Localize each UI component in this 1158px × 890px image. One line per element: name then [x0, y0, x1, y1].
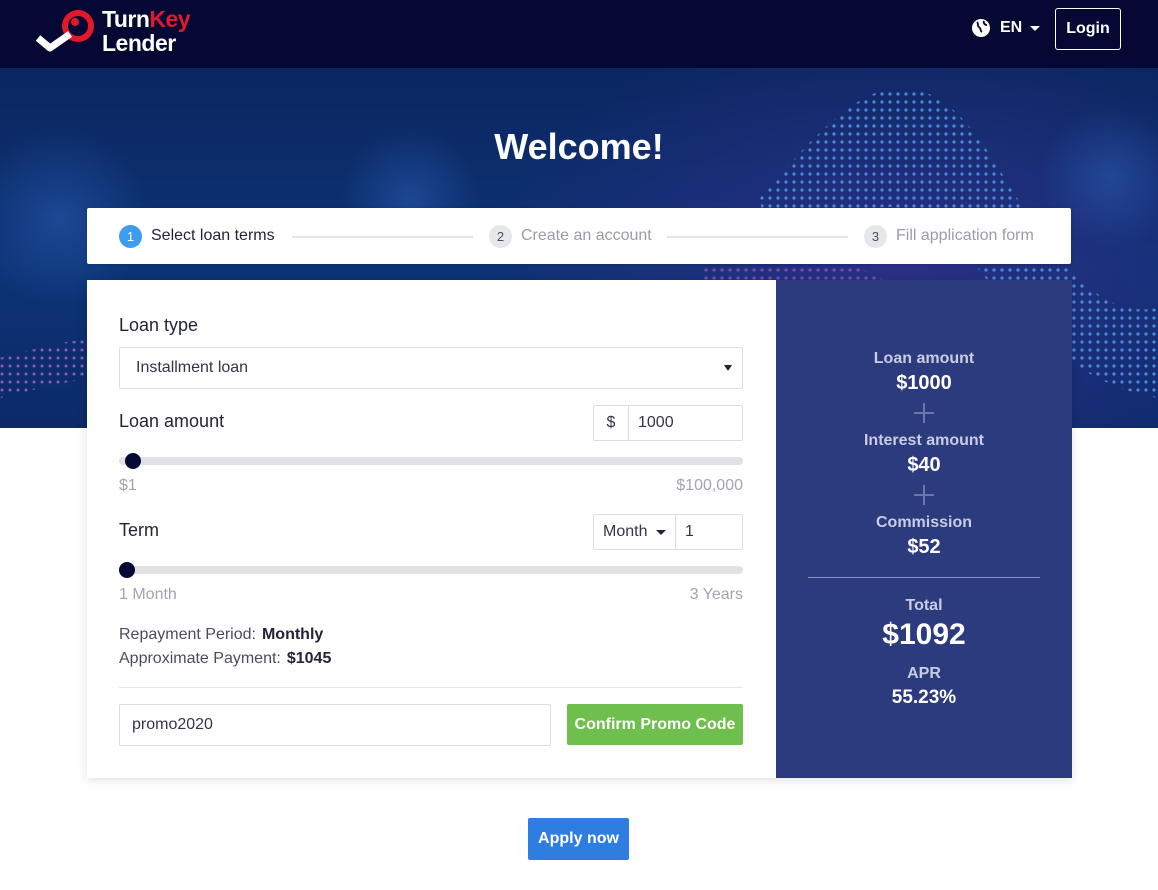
repayment-period-value: Monthly	[261, 626, 324, 643]
loan-amount-slider-handle[interactable]	[125, 453, 142, 469]
dropdown-arrow-icon	[724, 365, 732, 371]
summary-total-label: Total	[905, 597, 943, 614]
summary-interest-label: Interest amount	[863, 432, 984, 449]
loan-amount-input-group: $ 1000	[593, 405, 743, 441]
turnkey-lender-logo[interactable]: TurnKey Lender	[36, 4, 191, 60]
summary-apr-value: 55.23%	[891, 687, 957, 708]
term-unit-value: Month	[603, 523, 648, 540]
term-slider[interactable]	[119, 562, 743, 578]
term-label: Term	[119, 520, 159, 540]
step-connector	[667, 236, 848, 238]
step-number: 2	[489, 224, 512, 248]
term-input-group: Month 1	[593, 514, 743, 550]
term-slider-handle[interactable]	[119, 562, 135, 578]
loan-amount-input[interactable]: 1000	[629, 406, 742, 440]
language-label: EN	[1000, 19, 1023, 36]
progress-steps: 1 Select loan terms 2 Create an account …	[87, 208, 1071, 264]
summary-divider	[808, 577, 1040, 578]
loan-type-select[interactable]: Installment loan	[119, 347, 743, 389]
chevron-down-icon	[656, 529, 667, 535]
apply-now-button[interactable]: Apply now	[528, 818, 629, 860]
plus-icon	[914, 485, 934, 505]
step-create-account[interactable]: 2 Create an account	[489, 224, 652, 248]
confirm-promo-code-button[interactable]: Confirm Promo Code	[567, 704, 743, 745]
approximate-payment-value: $1045	[286, 650, 332, 667]
approximate-payment-label: Approximate Payment:	[119, 650, 281, 667]
promo-code-input[interactable]	[119, 704, 551, 746]
form-divider	[119, 687, 743, 688]
loan-summary-panel: Loan amount $1000 Interest amount $40 Co…	[776, 280, 1072, 778]
summary-commission-value: $52	[907, 536, 941, 558]
loan-amount-label: Loan amount	[119, 411, 225, 431]
amount-max-label: $100,000	[676, 477, 743, 494]
login-button[interactable]: Login	[1055, 8, 1121, 50]
loan-type-label: Loan type	[119, 315, 199, 335]
step-label: Create an account	[521, 227, 652, 244]
term-unit-select[interactable]: Month	[594, 515, 676, 549]
loan-type-value: Installment loan	[136, 359, 249, 376]
step-fill-application-form[interactable]: 3 Fill application form	[864, 224, 1034, 248]
summary-interest-value: $40	[907, 454, 941, 476]
summary-loan-amount-value: $1000	[896, 372, 952, 394]
step-number: 1	[119, 224, 142, 248]
currency-prefix: $	[594, 406, 629, 440]
term-min-label: 1 Month	[119, 586, 177, 603]
amount-min-label: $1	[119, 477, 137, 494]
term-max-label: 3 Years	[689, 586, 743, 603]
repayment-period: Repayment Period: Monthly	[119, 626, 323, 644]
chevron-down-icon	[1030, 25, 1041, 31]
globe-icon	[972, 19, 990, 37]
summary-apr-label: APR	[907, 665, 941, 682]
step-connector	[292, 236, 473, 238]
page-title: Welcome!	[494, 126, 664, 167]
step-label: Select loan terms	[151, 227, 275, 244]
logo-key-icon	[36, 10, 94, 52]
language-selector[interactable]: EN	[971, 16, 1041, 40]
summary-commission-label: Commission	[875, 514, 972, 531]
step-label: Fill application form	[896, 227, 1034, 244]
summary-loan-amount-label: Loan amount	[873, 350, 975, 367]
loan-calculator-card: Loan type Installment loan Loan amount $…	[87, 280, 1072, 778]
top-navbar: TurnKey Lender EN Login	[0, 0, 1158, 68]
loan-amount-slider[interactable]	[119, 453, 743, 469]
logo-text: TurnKey Lender	[102, 6, 191, 56]
loan-terms-form: Loan type Installment loan Loan amount $…	[87, 280, 776, 778]
summary-total-value: $1092	[882, 618, 966, 651]
repayment-period-label: Repayment Period:	[119, 626, 256, 643]
term-input[interactable]: 1	[676, 515, 742, 549]
step-select-loan-terms[interactable]: 1 Select loan terms	[119, 224, 275, 248]
step-number: 3	[864, 224, 887, 248]
approximate-payment: Approximate Payment: $1045	[119, 650, 331, 668]
plus-icon	[914, 403, 934, 423]
